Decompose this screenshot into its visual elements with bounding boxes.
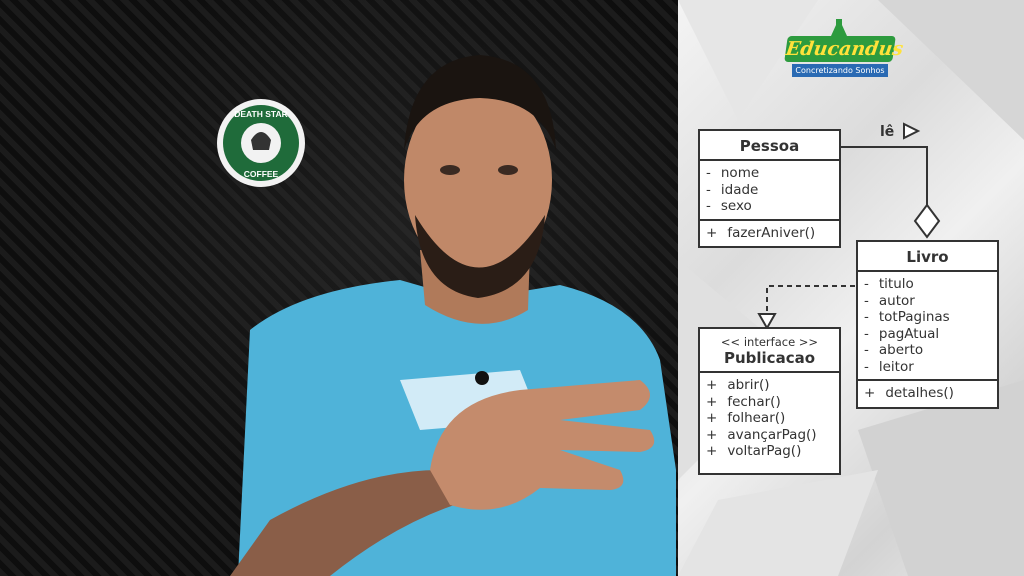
sticker-text-top: DEATH STAR [234,109,288,119]
logo-brand: Educandus [784,36,905,62]
attribute-row: - totPaginas [864,309,950,325]
video-frame: DEATH STAR COFFEE [0,0,678,576]
interface-header: << interface >> Publicacao [700,329,839,373]
methods-section: + fazerAniver() [700,218,839,246]
attribute-row: - leitor [864,358,914,375]
attribute-row: - idade [706,181,759,198]
class-title: Livro [858,242,997,272]
class-title: Publicacao [723,349,816,367]
attribute-row: - autor [864,292,915,309]
method-row: + folhear() [706,410,786,426]
presenter-illustration: DEATH STAR COFFEE [217,55,676,576]
methods-section: + abrir() + fechar() + folhear() + avançarPa… [700,373,839,464]
interface-publicacao: << interface >> Publicacao + abrir() + fec… [698,327,841,475]
logo-tagline: Concretizando Sonhos [792,64,888,77]
stereotype-label: << interface >> [720,335,819,349]
attribute-row: - pagAtual [864,325,940,342]
flask-icon [831,19,847,36]
attribute-row: - aberto [864,342,924,358]
educandus-logo: Educandus Concretizando Sonhos [782,18,905,80]
method-row: + fechar() [706,393,781,410]
attribute-row: - sexo [706,198,752,214]
attribute-row: - nome [706,165,760,181]
class-pessoa: Pessoa - nome - idade - sexo + fazerAniver() [698,129,841,248]
attributes-section: - nome - idade - sexo [700,161,839,219]
method-row: + abrir() [706,377,770,393]
class-title: Pessoa [700,131,839,161]
sticker-text-bottom: COFFEE [244,169,279,179]
attributes-section: - titulo - autor - totPaginas - pagAtual - ab… [858,272,997,379]
method-row: + detalhes() [864,385,954,401]
method-row: + fazerAniver() [706,224,816,241]
methods-section: + detalhes() [858,379,997,406]
class-livro: Livro - titulo - autor - totPaginas - pagAtu… [856,240,999,409]
attribute-row: - titulo [864,276,914,292]
death-star-coffee-sticker: DEATH STAR COFFEE [217,99,305,187]
method-row: + avançarPag() [706,426,817,443]
method-row: + voltarPag() [706,443,802,459]
